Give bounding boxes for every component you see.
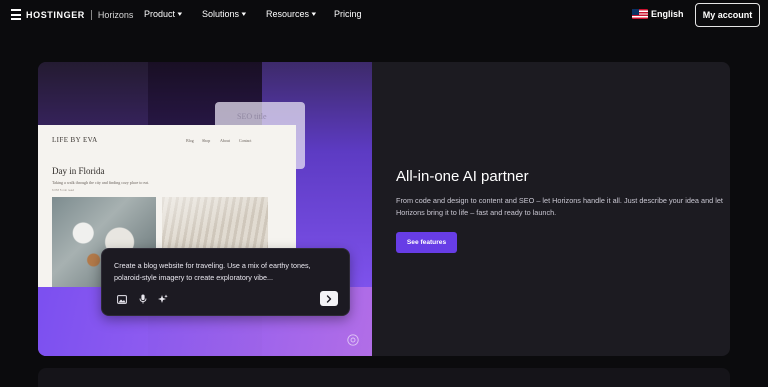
chevron-down-icon: ▾ — [311, 11, 317, 18]
arrow-right-icon — [326, 294, 332, 303]
send-button[interactable] — [320, 291, 338, 306]
logo-divider — [90, 9, 92, 20]
nav-solutions-label: Solutions — [202, 9, 240, 19]
language-selector[interactable]: English — [632, 9, 684, 19]
hero-card: SEO title LIFE BY EVA Blog Shop About Co… — [38, 62, 730, 356]
hostinger-logo-icon — [11, 9, 21, 20]
site-post-subtitle: Taking a walk through the city and findi… — [52, 180, 150, 185]
nav-product-label: Product — [144, 9, 176, 19]
chevron-down-icon: ▾ — [177, 11, 183, 18]
site-nav-blog: Blog — [186, 138, 194, 143]
nav-product[interactable]: Product ▾ — [144, 9, 182, 19]
image-icon[interactable] — [116, 293, 128, 305]
hero-headline: All-in-one AI partner — [396, 168, 529, 185]
prompt-text[interactable]: Create a blog website for traveling. Use… — [114, 260, 340, 284]
nav-resources-label: Resources — [266, 9, 310, 19]
hero-visual: SEO title LIFE BY EVA Blog Shop About Co… — [38, 62, 372, 356]
us-flag-icon — [632, 9, 648, 19]
site-nav-about: About — [220, 138, 230, 143]
seo-panel-text: SEO title — [237, 112, 267, 121]
site-nav-shop: Shop — [202, 138, 211, 143]
chevron-down-icon: ▾ — [241, 11, 247, 18]
top-navigation: HOSTINGER Horizons Product ▾ Solutions ▾… — [0, 0, 768, 30]
product-name: Horizons — [97, 9, 134, 20]
site-post-title: Day in Florida — [52, 166, 105, 176]
hostinger-horizons-logo[interactable]: HOSTINGER Horizons — [11, 9, 133, 20]
my-account-button[interactable]: My account — [695, 3, 760, 27]
site-brand: LIFE BY EVA — [52, 136, 98, 144]
ai-prompt-box[interactable]: Create a blog website for traveling. Use… — [101, 248, 350, 316]
next-section-card — [38, 368, 730, 387]
hero-description: From code and design to content and SEO … — [396, 196, 723, 217]
site-post-meta: 6 PM 5 min read — [52, 188, 75, 192]
nav-resources[interactable]: Resources ▾ — [266, 9, 316, 19]
language-label: English — [651, 9, 684, 19]
see-features-button[interactable]: See features — [396, 232, 457, 253]
site-nav-contact: Contact — [239, 138, 252, 143]
microphone-icon[interactable] — [137, 293, 149, 305]
settings-icon[interactable] — [347, 333, 359, 346]
nav-pricing[interactable]: Pricing — [334, 9, 362, 19]
sparkles-icon[interactable] — [157, 293, 169, 305]
nav-solutions[interactable]: Solutions ▾ — [202, 9, 246, 19]
brand-name: HOSTINGER — [26, 9, 85, 20]
nav-pricing-label: Pricing — [334, 9, 362, 19]
